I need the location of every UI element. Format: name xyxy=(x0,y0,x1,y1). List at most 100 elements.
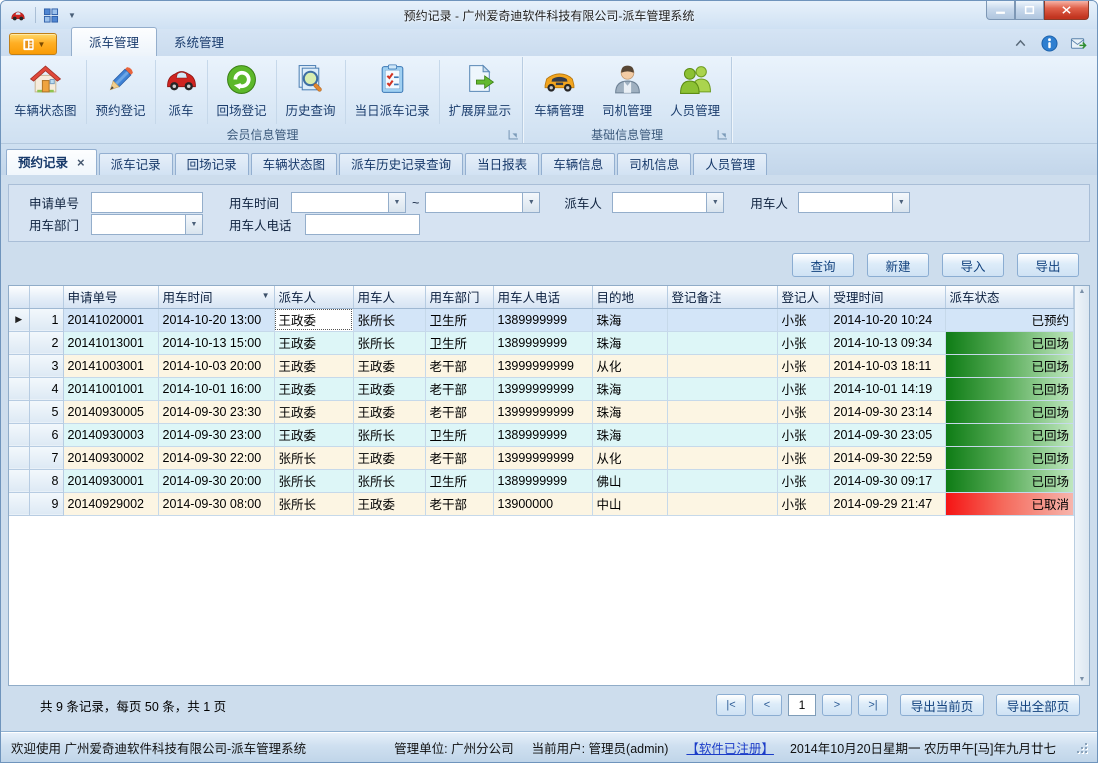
cell-accept_time[interactable]: 2014-10-20 10:24 xyxy=(829,308,945,331)
cell-use_time[interactable]: 2014-09-30 22:00 xyxy=(158,446,274,469)
application-menu-button[interactable]: ▼ xyxy=(9,33,57,55)
cell-registrar[interactable]: 小张 xyxy=(777,423,829,446)
cell-destination[interactable]: 佛山 xyxy=(592,469,667,492)
doc-tab-9[interactable]: 人员管理 xyxy=(693,153,767,175)
cell-status[interactable]: 已回场 xyxy=(945,469,1074,492)
cell-department[interactable]: 卫生所 xyxy=(425,331,493,354)
close-button[interactable] xyxy=(1044,1,1089,20)
cell-phone[interactable]: 13999999999 xyxy=(493,377,592,400)
cell-dispatcher[interactable]: 王政委 xyxy=(274,400,353,423)
row-selector-cell[interactable] xyxy=(9,492,29,515)
cell-destination[interactable]: 珠海 xyxy=(592,331,667,354)
driver-manage-button[interactable]: 司机管理 xyxy=(593,60,661,124)
cell-department[interactable]: 老干部 xyxy=(425,377,493,400)
row-selector-header[interactable] xyxy=(9,286,29,308)
doc-tab-4[interactable]: 车辆状态图 xyxy=(251,153,338,175)
cell-dispatcher[interactable]: 王政委 xyxy=(274,423,353,446)
cell-apply_no[interactable]: 20140930001 xyxy=(63,469,158,492)
info-icon[interactable] xyxy=(1041,35,1058,52)
column-header[interactable]: 用车时间▼ xyxy=(158,286,274,308)
cell-user[interactable]: 王政委 xyxy=(353,354,425,377)
cell-accept_time[interactable]: 2014-10-01 14:19 xyxy=(829,377,945,400)
column-header[interactable]: 派车状态 xyxy=(945,286,1074,308)
cell-department[interactable]: 卫生所 xyxy=(425,423,493,446)
next-page-button[interactable]: > xyxy=(822,694,852,716)
dialog-launcher-icon[interactable] xyxy=(717,129,728,140)
vehicle-status-map-button[interactable]: 车辆状态图 xyxy=(5,60,86,124)
vertical-scrollbar[interactable]: ▲ ▼ xyxy=(1074,286,1089,685)
quick-access-dropdown-icon[interactable]: ▼ xyxy=(68,11,76,20)
row-selector-cell[interactable] xyxy=(9,331,29,354)
cell-status[interactable]: 已取消 xyxy=(945,492,1074,515)
import-button[interactable]: 导入 xyxy=(942,253,1004,277)
cell-registrar[interactable]: 小张 xyxy=(777,469,829,492)
table-row[interactable]: 9201409290022014-09-30 08:00张所长王政委老干部139… xyxy=(9,492,1074,515)
scroll-up-icon[interactable]: ▲ xyxy=(1079,288,1086,295)
cell-user[interactable]: 王政委 xyxy=(353,492,425,515)
history-query-button[interactable]: 历史查询 xyxy=(276,60,345,124)
column-header[interactable]: 派车人 xyxy=(274,286,353,308)
cell-dispatcher[interactable]: 王政委 xyxy=(274,331,353,354)
cell-use_time[interactable]: 2014-10-13 15:00 xyxy=(158,331,274,354)
row-selector-cell[interactable] xyxy=(9,469,29,492)
table-row[interactable]: 5201409300052014-09-30 23:30王政委王政委老干部139… xyxy=(9,400,1074,423)
use-time-from-combo[interactable]: ▼ xyxy=(291,192,406,213)
ribbon-tab-system[interactable]: 系统管理 xyxy=(157,28,241,56)
cell-destination[interactable]: 珠海 xyxy=(592,377,667,400)
cell-dispatcher[interactable]: 张所长 xyxy=(274,492,353,515)
row-selector-cell[interactable] xyxy=(9,446,29,469)
collapse-ribbon-icon[interactable] xyxy=(1012,35,1029,52)
last-page-button[interactable]: >| xyxy=(858,694,888,716)
cell-apply_no[interactable]: 20141013001 xyxy=(63,331,158,354)
cell-remark[interactable] xyxy=(667,400,777,423)
query-button[interactable]: 查询 xyxy=(792,253,854,277)
export-current-page-button[interactable]: 导出当前页 xyxy=(900,694,984,716)
table-row[interactable]: 4201410010012014-10-01 16:00王政委王政委老干部139… xyxy=(9,377,1074,400)
row-selector-cell[interactable] xyxy=(9,400,29,423)
cell-accept_time[interactable]: 2014-10-03 18:11 xyxy=(829,354,945,377)
cell-use_time[interactable]: 2014-09-30 08:00 xyxy=(158,492,274,515)
cell-status[interactable]: 已预约 xyxy=(945,308,1074,331)
export-button[interactable]: 导出 xyxy=(1017,253,1079,277)
dialog-launcher-icon[interactable] xyxy=(508,129,519,140)
cell-destination[interactable]: 珠海 xyxy=(592,423,667,446)
cell-user[interactable]: 张所长 xyxy=(353,331,425,354)
row-selector-cell[interactable] xyxy=(9,423,29,446)
cell-remark[interactable] xyxy=(667,308,777,331)
new-button[interactable]: 新建 xyxy=(867,253,929,277)
cell-department[interactable]: 老干部 xyxy=(425,354,493,377)
cell-destination[interactable]: 中山 xyxy=(592,492,667,515)
vehicle-manage-button[interactable]: 车辆管理 xyxy=(525,60,593,124)
cell-apply_no[interactable]: 20140930003 xyxy=(63,423,158,446)
cell-dispatcher[interactable]: 王政委 xyxy=(274,308,353,331)
column-header[interactable]: 用车人 xyxy=(353,286,425,308)
table-row[interactable]: 8201409300012014-09-30 20:00张所长张所长卫生所138… xyxy=(9,469,1074,492)
table-row[interactable]: ▶1201410200012014-10-20 13:00王政委张所长卫生所13… xyxy=(9,308,1074,331)
cell-user[interactable]: 王政委 xyxy=(353,446,425,469)
cell-dispatcher[interactable]: 王政委 xyxy=(274,377,353,400)
cell-user[interactable]: 张所长 xyxy=(353,308,425,331)
user-combo[interactable]: ▼ xyxy=(798,192,910,213)
cell-accept_time[interactable]: 2014-09-30 23:14 xyxy=(829,400,945,423)
cell-accept_time[interactable]: 2014-09-30 23:05 xyxy=(829,423,945,446)
table-row[interactable]: 3201410030012014-10-03 20:00王政委王政委老干部139… xyxy=(9,354,1074,377)
cell-registrar[interactable]: 小张 xyxy=(777,446,829,469)
cell-user[interactable]: 王政委 xyxy=(353,377,425,400)
export-all-pages-button[interactable]: 导出全部页 xyxy=(996,694,1080,716)
cell-use_time[interactable]: 2014-10-01 16:00 xyxy=(158,377,274,400)
cell-apply_no[interactable]: 20141020001 xyxy=(63,308,158,331)
table-row[interactable]: 2201410130012014-10-13 15:00王政委张所长卫生所138… xyxy=(9,331,1074,354)
row-selector-cell[interactable] xyxy=(9,354,29,377)
cell-phone[interactable]: 1389999999 xyxy=(493,423,592,446)
cell-status[interactable]: 已回场 xyxy=(945,423,1074,446)
cell-department[interactable]: 老干部 xyxy=(425,400,493,423)
cell-apply_no[interactable]: 20141001001 xyxy=(63,377,158,400)
cell-user[interactable]: 王政委 xyxy=(353,400,425,423)
cell-phone[interactable]: 1389999999 xyxy=(493,469,592,492)
cell-status[interactable]: 已回场 xyxy=(945,446,1074,469)
cell-apply_no[interactable]: 20141003001 xyxy=(63,354,158,377)
table-row[interactable]: 7201409300022014-09-30 22:00张所长王政委老干部139… xyxy=(9,446,1074,469)
cell-status[interactable]: 已回场 xyxy=(945,400,1074,423)
column-header[interactable]: 目的地 xyxy=(592,286,667,308)
resize-grip[interactable] xyxy=(1075,741,1087,753)
